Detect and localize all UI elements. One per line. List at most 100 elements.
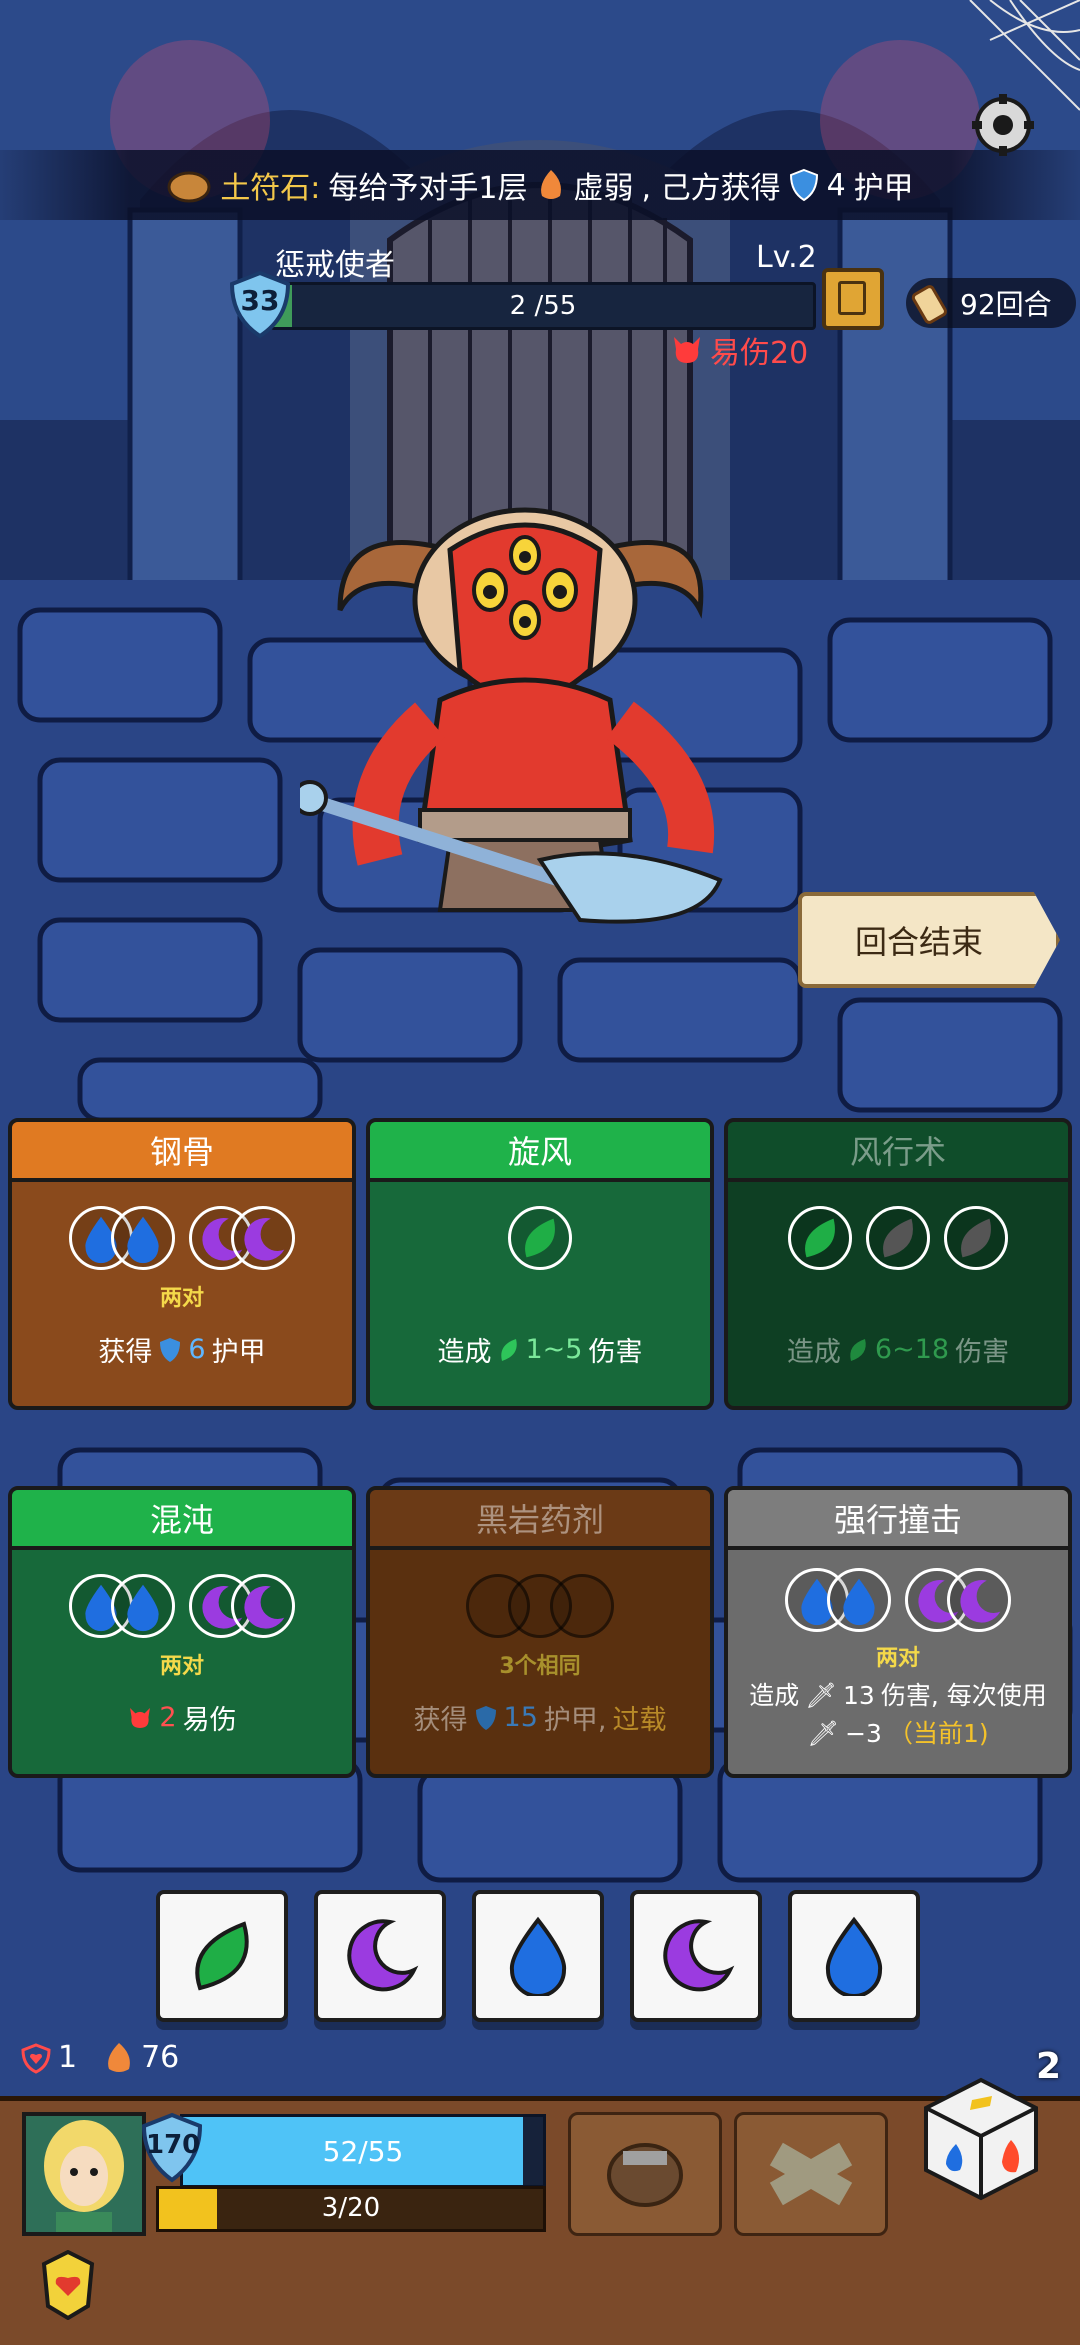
effect-prefix: 获得 — [98, 1337, 153, 1368]
effect-prefix: 造成 — [749, 1681, 800, 1710]
heart-status-value: 1 — [58, 2040, 78, 2075]
water-drop-icon — [825, 1916, 883, 1996]
effect-value: 2 — [159, 1702, 177, 1733]
effect-value: 15 — [503, 1702, 538, 1733]
moon-slot — [947, 1568, 1011, 1632]
card-blackrock-potion[interactable]: 黑岩药剂 3个相同 获得 15 护甲, 过载 — [366, 1486, 714, 1778]
drop-slot — [111, 1206, 175, 1270]
moon-slot — [231, 1574, 295, 1638]
card-condition: 3个相同 — [499, 1654, 581, 1679]
card-effect: 获得 15 护甲, 过载 — [370, 1698, 710, 1737]
leaf-icon — [195, 1921, 249, 1991]
sword-icon: 🗡 — [807, 1719, 840, 1748]
card-effect: 造成 6~18 伤害 — [728, 1330, 1068, 1369]
enemy-info-book-icon[interactable] — [822, 268, 884, 330]
enemy-shield-value: 33 — [240, 284, 280, 317]
card-effect: 造成 1~5 伤害 — [370, 1330, 710, 1369]
player-energy-text: 3/20 — [321, 2193, 381, 2223]
leaf-icon — [500, 1338, 517, 1361]
armor-shield-icon — [789, 168, 818, 202]
die-drop[interactable] — [788, 1890, 920, 2022]
fire-icon — [108, 2042, 130, 2072]
effect-suffix: 伤害 — [588, 1337, 643, 1368]
player-portrait[interactable] — [22, 2112, 146, 2236]
enemy-hp-bar: 2 /55 — [270, 282, 816, 330]
gauntlet-item-slot[interactable] — [568, 2112, 722, 2236]
rune-stone-banner: 土符石: 每给予对手1层 虚弱 , 己方获得 4 护甲 — [0, 150, 1080, 220]
bandage-icon — [769, 2142, 853, 2206]
leaf-slot — [866, 1206, 930, 1270]
effect-prefix: 获得 — [413, 1705, 468, 1736]
effect-suffix: 护甲 — [211, 1337, 266, 1368]
sword-icon: 🗡 — [805, 1681, 838, 1710]
card-condition: 两对 — [159, 1286, 204, 1311]
player-shield-value: 170 — [146, 2130, 201, 2160]
card-title: 风行术 — [849, 1133, 946, 1171]
enemy-level: Lv.2 — [756, 240, 817, 275]
die-moon[interactable] — [630, 1890, 762, 2022]
drop-slot — [111, 1574, 175, 1638]
vulnerable-devil-icon — [674, 337, 700, 363]
player-status-row: 1 76 — [20, 2040, 179, 2075]
roll-dice-icon[interactable] — [916, 2074, 1046, 2204]
card-whirlwind[interactable]: 旋风 造成 1~5 伤害 — [366, 1118, 714, 1410]
die-leaf[interactable] — [156, 1890, 288, 2022]
enemy-hp-text: 2 /55 — [509, 291, 577, 321]
effect-suffix: 伤害 — [955, 1337, 1010, 1368]
card-chaos[interactable]: 混沌 两对 2 易伤 — [8, 1486, 356, 1778]
player-energy-bar: 3/20 — [156, 2186, 546, 2232]
end-turn-button[interactable]: 回合结束 — [798, 892, 1060, 988]
player-hp-text: 52/55 — [322, 2135, 404, 2168]
card-steel-bone[interactable]: 钢骨 两对 获得 6 护甲 — [8, 1118, 356, 1410]
rune-debuff: 虚弱 — [573, 171, 634, 206]
moon-slot — [231, 1206, 295, 1270]
rune-armor-label: 护甲 — [853, 171, 914, 206]
heart-relic-icon[interactable] — [40, 2250, 96, 2320]
settings-gear-icon[interactable] — [970, 92, 1036, 158]
leaf-icon — [850, 1338, 866, 1361]
card-condition: 两对 — [875, 1646, 920, 1671]
heart-status: 1 — [20, 2040, 77, 2075]
vulnerable-status-text: 易伤20 — [710, 336, 809, 371]
fire-status: 76 — [103, 2040, 179, 2075]
card-title: 混沌 — [149, 1501, 214, 1539]
turn-count-label: 92回合 — [960, 288, 1052, 321]
leaf-slot — [944, 1206, 1008, 1270]
weak-flame-icon — [540, 170, 561, 199]
enemy-name: 惩戒使者 — [275, 248, 395, 283]
earth-rune-icon — [167, 171, 211, 203]
moon-icon — [347, 1919, 419, 1992]
card-effect: 造成 🗡 13 伤害, 每次使用 🗡 −3 （当前1) — [728, 1680, 1068, 1750]
rune-text-middle: , 己方获得 — [641, 171, 781, 206]
die-moon[interactable] — [314, 1890, 446, 2022]
card-forced-strike[interactable]: 强行撞击 两对 造成 🗡 13 伤害, 每次使用 🗡 −3 （当前1) — [724, 1486, 1072, 1778]
card-condition: 两对 — [159, 1654, 204, 1679]
rune-text-before: 每给予对手1层 — [328, 171, 528, 206]
bandage-item-slot[interactable] — [734, 2112, 888, 2236]
card-title: 钢骨 — [149, 1133, 214, 1171]
effect-current: （当前1) — [887, 1719, 989, 1748]
drop-slot — [827, 1568, 891, 1632]
enemy-demon-sprite[interactable] — [300, 480, 780, 940]
card-effect: 获得 6 护甲 — [12, 1330, 352, 1369]
effect-suffix: 护甲, — [543, 1705, 607, 1736]
effect-value: 6~18 — [874, 1334, 950, 1365]
effect-suffix: 易伤 — [182, 1705, 237, 1736]
empty-slot — [550, 1574, 614, 1638]
fire-status-value: 76 — [141, 2040, 180, 2075]
turn-counter: 92回合 — [906, 278, 1076, 328]
card-title: 强行撞击 — [833, 1501, 962, 1539]
enemy-vulnerable-status: 易伤20 — [670, 328, 808, 372]
gauntlet-icon — [607, 2143, 683, 2207]
water-drop-icon — [509, 1916, 567, 1996]
player-hp-bar: 52/55 — [180, 2114, 546, 2188]
effect-decrement: −3 — [845, 1719, 882, 1748]
heart-shield-icon — [21, 2042, 51, 2074]
die-drop[interactable] — [472, 1890, 604, 2022]
card-wind-walk[interactable]: 风行术 造成 6~18 伤害 — [724, 1118, 1072, 1410]
effect-value: 13 — [843, 1681, 875, 1710]
scroll-icon — [911, 285, 947, 324]
card-effect: 2 易伤 — [12, 1698, 352, 1737]
effect-value: 6 — [188, 1334, 206, 1365]
vulnerable-devil-icon — [130, 1707, 151, 1728]
